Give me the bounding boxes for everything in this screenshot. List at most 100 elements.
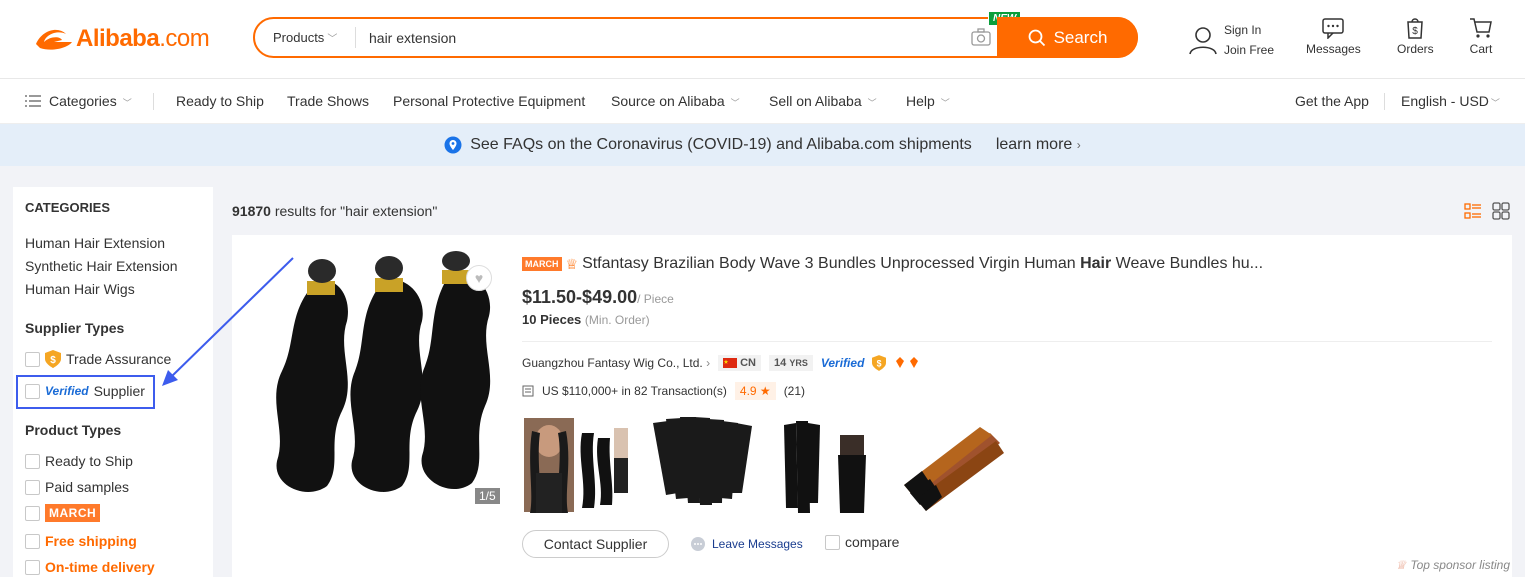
filter-sidebar: CATEGORIES Human Hair Extension Syntheti… — [13, 187, 213, 577]
min-order: 10 Pieces (Min. Order) — [522, 312, 650, 327]
supplier-row: Guangzhou Fantasy Wig Co., Ltd. › CN 14 … — [522, 355, 922, 371]
category-link[interactable]: Synthetic Hair Extension — [25, 258, 178, 274]
march-badge: MARCH — [45, 504, 101, 522]
rating-value: 4.9 — [739, 384, 757, 398]
learn-more-link[interactable]: learn more › — [996, 136, 1081, 154]
chevron-down-icon: ﹀ — [730, 98, 740, 108]
nav-source-on-alibaba[interactable]: Source on Alibaba ﹀ — [611, 79, 740, 124]
message-icon — [1322, 18, 1345, 40]
nav-sell-on-alibaba[interactable]: Sell on Alibaba ﹀ — [769, 79, 877, 124]
on-time-delivery-label: On-time delivery — [45, 559, 155, 575]
product-title-text: Stfantasy Brazilian Body Wave 3 Bundles … — [582, 255, 1081, 272]
checkbox[interactable] — [25, 559, 40, 575]
product-thumbnail[interactable] — [900, 413, 1010, 515]
free-shipping-filter[interactable]: Free shipping — [25, 533, 137, 549]
nav-sell-label: Sell on Alibaba — [769, 93, 862, 109]
orders-button[interactable]: $ Orders — [1397, 17, 1434, 56]
nav-separator — [153, 93, 154, 110]
category-link[interactable]: Human Hair Extension — [25, 235, 165, 251]
nav-language[interactable]: English - USD ﹀ — [1401, 79, 1500, 124]
chevron-right-icon: › — [1076, 138, 1081, 152]
crown-icon: ♕ — [1395, 558, 1407, 572]
alibaba-logo[interactable]: Alibaba.com — [32, 24, 210, 54]
product-thumbnail[interactable] — [522, 413, 632, 515]
nav-ppe[interactable]: Personal Protective Equipment — [393, 79, 585, 124]
search-divider — [355, 27, 356, 48]
product-title-rest: Weave Bundles hu... — [1111, 255, 1264, 272]
location-pin-icon — [444, 136, 462, 154]
supplier-name-text: Guangzhou Fantasy Wig Co., Ltd. — [522, 356, 703, 370]
menu-icon — [25, 80, 41, 125]
checkbox[interactable] — [25, 505, 40, 521]
results-query: results for "hair extension" — [274, 203, 438, 219]
sign-in-area[interactable]: Sign In Join Free — [1188, 20, 1274, 60]
price-unit: / Piece — [637, 292, 674, 306]
checkbox[interactable] — [25, 533, 40, 549]
grid-view-icon[interactable] — [1492, 202, 1510, 220]
list-view-icon[interactable] — [1464, 202, 1482, 220]
product-thumbnail[interactable] — [648, 413, 758, 515]
image-pager: 1/5 — [475, 488, 500, 504]
nav-help[interactable]: Help ﹀ — [906, 79, 950, 124]
search-category-dropdown[interactable]: Products ﹀ — [273, 19, 337, 56]
nav-categories[interactable]: Categories ﹀ — [25, 79, 132, 124]
thumbnail-strip — [522, 413, 1010, 515]
nav-get-app[interactable]: Get the App — [1295, 79, 1369, 124]
supplier-name[interactable]: Guangzhou Fantasy Wig Co., Ltd. › — [522, 356, 710, 370]
search-input[interactable] — [369, 19, 969, 56]
compare-label: compare — [845, 534, 900, 550]
checkbox[interactable] — [25, 351, 40, 367]
favorite-heart-icon[interactable]: ♥ — [466, 265, 492, 291]
china-flag-icon — [723, 358, 738, 368]
svg-text:$: $ — [1413, 26, 1419, 37]
leave-messages-link[interactable]: Leave Messages — [690, 536, 803, 552]
cart-label: Cart — [1469, 42, 1493, 56]
search-category-label: Products — [273, 30, 325, 45]
nav-help-label: Help — [906, 93, 935, 109]
header: Alibaba.com Products﹀ NEW Search Sign In — [0, 0, 1525, 79]
nav-categories-label: Categories — [49, 93, 117, 109]
join-free-link[interactable]: Join Free — [1224, 40, 1274, 60]
paid-samples-filter[interactable]: Paid samples — [25, 479, 129, 495]
product-card: ♥ 1/5 MARCH ♕ Stfantasy Brazilian Body W… — [232, 235, 1512, 577]
verified-badge[interactable]: Verified — [821, 356, 865, 370]
rating-badge: 4.9 ★ — [734, 382, 776, 400]
product-title-keyword: Hair — [1080, 255, 1112, 272]
march-filter[interactable]: MARCH — [25, 504, 101, 522]
cart-button[interactable]: Cart — [1469, 17, 1493, 56]
nav-source-label: Source on Alibaba — [611, 93, 725, 109]
crown-icon: ♕ — [565, 255, 579, 272]
chevron-down-icon: ﹀ — [327, 34, 338, 45]
checkbox[interactable] — [825, 534, 840, 550]
transaction-text: US $110,000+ in 82 Transaction(s) — [542, 384, 727, 398]
search-button[interactable]: Search — [997, 17, 1138, 58]
orders-label: Orders — [1397, 42, 1434, 56]
alibaba-logo-icon — [36, 29, 72, 50]
orders-icon: $ — [1407, 18, 1424, 39]
product-title[interactable]: MARCH ♕ Stfantasy Brazilian Body Wave 3 … — [522, 255, 1263, 273]
contact-supplier-button[interactable]: Contact Supplier — [522, 530, 669, 558]
category-link[interactable]: Human Hair Wigs — [25, 281, 135, 297]
search-button-label: Search — [1053, 27, 1108, 47]
ready-to-ship-filter[interactable]: Ready to Ship — [25, 453, 133, 469]
camera-icon[interactable] — [971, 28, 991, 46]
categories-heading: CATEGORIES — [25, 200, 110, 215]
star-icon: ★ — [759, 384, 771, 398]
on-time-delivery-filter[interactable]: On-time delivery — [25, 559, 155, 575]
covid-banner: See FAQs on the Coronavirus (COVID-19) a… — [0, 124, 1525, 166]
checkbox[interactable] — [25, 453, 40, 469]
review-count[interactable]: (21) — [784, 384, 805, 398]
nav-trade-shows[interactable]: Trade Shows — [287, 79, 369, 124]
product-thumbnail[interactable] — [774, 413, 884, 515]
checkbox[interactable] — [25, 479, 40, 495]
compare-checkbox[interactable]: compare — [825, 534, 899, 550]
nav-ready-to-ship[interactable]: Ready to Ship — [176, 79, 264, 124]
user-icon — [1189, 27, 1217, 55]
sign-in-link[interactable]: Sign In — [1224, 20, 1274, 40]
years-value: 14 — [774, 357, 787, 369]
trade-assurance-filter[interactable]: $ Trade Assurance — [25, 350, 171, 368]
product-main-image[interactable] — [267, 251, 503, 507]
trade-assurance-label: Trade Assurance — [66, 351, 172, 367]
messages-button[interactable]: Messages — [1306, 17, 1361, 56]
product-types-heading: Product Types — [25, 422, 122, 438]
